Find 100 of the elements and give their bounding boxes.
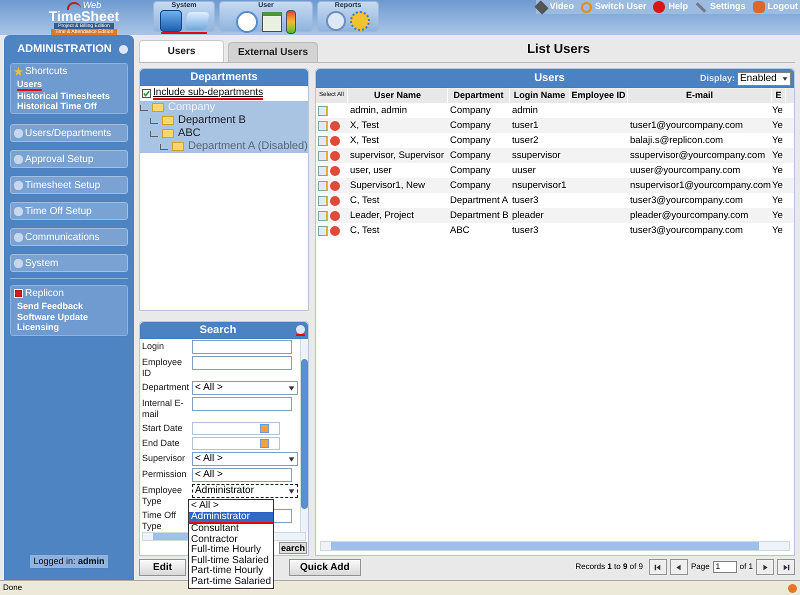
collapse-icon bbox=[119, 44, 128, 54]
checkbox[interactable] bbox=[142, 89, 151, 98]
table-cell-text: C, Test bbox=[349, 194, 380, 208]
input-field[interactable]: < All > bbox=[192, 468, 292, 482]
table-cell-text: pleader bbox=[511, 209, 545, 223]
logo-prefix: Web bbox=[82, 1, 102, 10]
tab[interactable]: Users bbox=[139, 40, 224, 62]
records-label: Records 1 to 9 of 9 bbox=[575, 561, 643, 573]
action-button[interactable]: Quick Add bbox=[289, 558, 361, 576]
table-cell-text: Supervisor1, New bbox=[349, 179, 426, 193]
select-field[interactable]: < All > bbox=[192, 452, 298, 466]
input-field[interactable] bbox=[192, 397, 292, 411]
field-label: Permission bbox=[142, 468, 188, 480]
table-cell-text: Ye bbox=[772, 179, 784, 193]
table-cell-text: balaji.s@replicon.com bbox=[629, 134, 724, 148]
table-cell-text: tuser3@yourcompany.com bbox=[629, 224, 744, 238]
field-label: Time Off Type bbox=[142, 509, 178, 532]
dropdown-arrow-icon bbox=[288, 384, 295, 392]
table-cell-text: admin bbox=[511, 104, 539, 118]
table-cell-text: X, Test bbox=[349, 119, 380, 133]
field-label: Employee ID bbox=[142, 356, 184, 379]
field-label: End Date bbox=[142, 437, 181, 449]
input-field[interactable] bbox=[192, 340, 292, 354]
scrollbar[interactable] bbox=[320, 541, 790, 551]
field-label: Internal E-mail bbox=[142, 397, 185, 420]
section-icon bbox=[14, 154, 23, 164]
checkbox-label[interactable]: Include sub-departments bbox=[153, 87, 264, 98]
next-page-button[interactable] bbox=[756, 559, 774, 575]
page-title: List Users bbox=[526, 40, 591, 58]
section-icon bbox=[14, 128, 23, 138]
table-cell-text: Company bbox=[449, 164, 492, 178]
field-label: Supervisor bbox=[142, 452, 186, 464]
table-cell-text: Ye bbox=[772, 104, 784, 118]
select-field[interactable]: < All > bbox=[192, 381, 298, 395]
section-icon bbox=[14, 258, 23, 268]
date-field[interactable] bbox=[192, 422, 280, 435]
table-cell-text: supervisor, Supervisor bbox=[349, 149, 445, 163]
table-cell-text: uuser@yourcompany.com bbox=[629, 164, 742, 178]
field-label: Employee Type bbox=[142, 484, 184, 507]
search-button[interactable]: earch bbox=[278, 542, 307, 554]
table-row[interactable]: supervisor, Supervisor Company ssupervisor ssupervisor@yourcompany.com Ye bbox=[316, 148, 794, 163]
page-label: Page bbox=[690, 561, 710, 573]
table-cell-text: ssupervisor bbox=[511, 149, 562, 163]
table-cell-text: Ye bbox=[772, 134, 784, 148]
table-cell-text: C, Test bbox=[349, 224, 380, 238]
dropdown-option[interactable]: Part-time Salaried bbox=[189, 576, 273, 587]
input-field[interactable] bbox=[192, 356, 292, 370]
table-cell-text: Company bbox=[449, 179, 492, 193]
table-cell-text: Department B bbox=[449, 209, 510, 223]
table-cell-text: Ye bbox=[772, 164, 784, 178]
table-cell-text: Company bbox=[449, 119, 492, 133]
field-label: Start Date bbox=[142, 422, 184, 434]
display-select[interactable]: Enabled bbox=[737, 72, 791, 86]
table-cell-text: nsupervisor1@yourcompany.com bbox=[629, 179, 772, 193]
panel-title: Users bbox=[533, 71, 566, 86]
page-select[interactable]: 1 bbox=[712, 561, 737, 573]
date-field[interactable] bbox=[192, 437, 280, 450]
tab[interactable]: External Users bbox=[228, 42, 318, 62]
panel-title: Search bbox=[198, 323, 238, 338]
section-icon bbox=[14, 206, 23, 216]
field-label: Department bbox=[142, 381, 190, 393]
previous-page-button[interactable] bbox=[670, 559, 688, 575]
table-cell-text: Ye bbox=[772, 194, 784, 208]
select-field[interactable]: Administrator bbox=[192, 484, 298, 498]
first-page-button[interactable] bbox=[648, 559, 667, 575]
section-title: Shortcuts bbox=[25, 65, 68, 79]
table-cell-text: nsupervisor1 bbox=[511, 179, 568, 193]
dropdown-option[interactable]: Contractor bbox=[189, 534, 273, 545]
section-title: Replicon bbox=[25, 287, 64, 301]
table-cell-text: tuser3 bbox=[511, 224, 540, 238]
scrollbar[interactable] bbox=[300, 339, 308, 532]
table-cell-text: tuser1@yourcompany.com bbox=[629, 119, 744, 133]
page-count: of 1 bbox=[740, 561, 753, 573]
refresh-icon bbox=[580, 2, 592, 12]
action-button[interactable]: Edit bbox=[139, 558, 186, 576]
dropdown-option[interactable]: < All > bbox=[189, 501, 273, 512]
sidebar-title: ADMINISTRATION bbox=[16, 42, 113, 57]
logged-in-label: Logged in: admin bbox=[30, 554, 108, 568]
table-row[interactable]: Leader, Project Department B pleader pleader@yourcompany.com Ye bbox=[316, 208, 794, 223]
table-cell-text: tuser3 bbox=[511, 194, 540, 208]
table-cell-text: Ye bbox=[772, 224, 784, 238]
status-text: Done bbox=[3, 582, 22, 594]
dropdown-option[interactable]: Consultant bbox=[189, 524, 273, 534]
field-label: Login bbox=[142, 340, 166, 352]
dropdown-option[interactable]: Full-time Hourly bbox=[189, 545, 273, 556]
last-page-button[interactable] bbox=[777, 559, 795, 575]
table-cell-text: Leader, Project bbox=[349, 209, 415, 223]
panel-title: Departments bbox=[140, 69, 308, 86]
table-row[interactable]: X, Test Company tuser1 tuser1@yourcompany.com Ye bbox=[316, 118, 794, 133]
table-cell-text: ABC bbox=[449, 224, 471, 238]
dropdown-option[interactable]: Full-time Salaried bbox=[189, 556, 273, 566]
dropdown-arrow-icon bbox=[782, 76, 788, 82]
dropdown-option[interactable]: Administrator bbox=[189, 512, 273, 522]
table-row[interactable]: Supervisor1, New Company nsupervisor1 nsupervisor1@yourcompany.comYe bbox=[316, 178, 794, 193]
display-label: Display: bbox=[700, 72, 735, 85]
close-icon[interactable] bbox=[296, 325, 305, 334]
table-cell-text: Company bbox=[449, 104, 492, 118]
dropdown-arrow-icon bbox=[288, 456, 295, 462]
dropdown-option[interactable]: Part-time Hourly bbox=[189, 566, 273, 576]
next-icon bbox=[762, 564, 768, 570]
